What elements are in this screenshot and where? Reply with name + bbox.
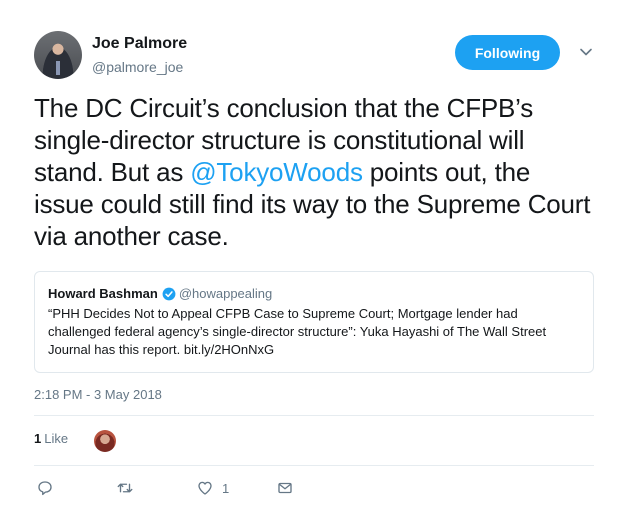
author-handle[interactable]: @palmore_joe [92,59,183,75]
divider [34,415,594,416]
like-button[interactable]: 1 [196,479,229,497]
quoted-author-name: Howard Bashman [48,286,158,301]
likes-label: Like [44,431,69,446]
divider [34,465,594,466]
retweet-button[interactable] [116,479,134,497]
chevron-down-icon[interactable] [578,44,594,60]
like-count: 1 [222,480,230,496]
verified-badge-icon [162,287,176,300]
tweet-text: The DC Circuit’s conclusion that the CFP… [34,92,594,252]
timestamp[interactable]: 2:18 PM - 3 May 2018 [34,387,162,402]
author-avatar[interactable] [34,31,82,79]
mention-link[interactable]: @TokyoWoods [190,157,363,187]
likes-stat[interactable]: 1 Like [34,431,68,446]
retweet-icon [117,483,133,493]
quoted-tweet-text: “PHH Decides Not to Appeal CFPB Case to … [48,306,547,357]
direct-message-button[interactable] [276,479,294,497]
quoted-tweet[interactable]: Howard Bashman @howappealing “PHH Decide… [34,271,594,373]
tweet-card: Joe Palmore @palmore_joe Following The D… [0,0,626,517]
following-button[interactable]: Following [455,35,560,70]
reply-button[interactable] [36,479,54,497]
likes-count: 1 [34,431,42,446]
liker-avatar[interactable] [94,430,116,452]
quoted-author-handle: @howappealing [178,286,273,301]
quoted-tweet-header: Howard Bashman @howappealing [48,286,580,301]
author-name[interactable]: Joe Palmore [92,35,187,53]
envelope-icon [278,482,292,494]
heart-icon [198,481,212,495]
reply-icon [38,481,52,496]
